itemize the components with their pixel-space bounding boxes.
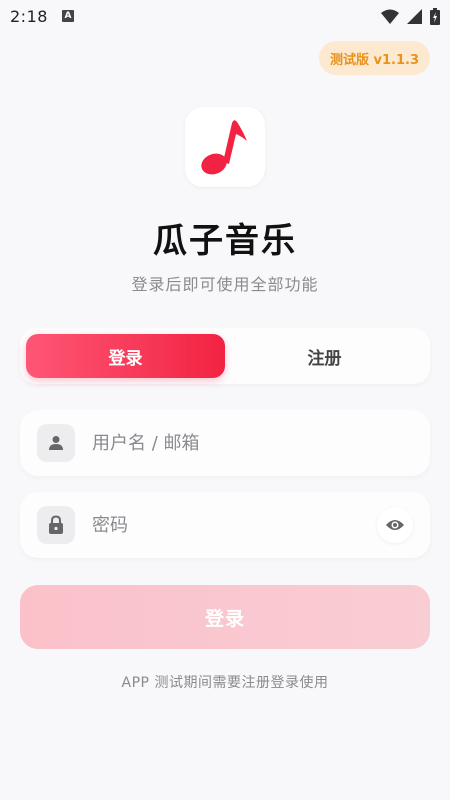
lock-icon (37, 506, 75, 544)
tab-register[interactable]: 注册 (225, 334, 424, 378)
person-icon (37, 424, 75, 462)
status-time: 2:18 (10, 6, 48, 26)
login-button[interactable]: 登录 (20, 585, 430, 649)
notification-a-icon: A (61, 10, 74, 22)
music-note-icon (201, 120, 247, 175)
status-right (381, 7, 440, 25)
tab-login[interactable]: 登录 (26, 334, 225, 378)
app-logo (185, 107, 265, 187)
password-input[interactable] (92, 505, 377, 545)
password-field (20, 492, 430, 558)
status-left: 2:18 A (10, 7, 74, 26)
status-bar: 2:18 A (0, 0, 450, 32)
battery-icon (430, 7, 440, 25)
version-badge: 测试版 v1.1.3 (318, 41, 430, 75)
show-password-button[interactable] (377, 507, 413, 543)
auth-tabs: 登录 注册 (20, 328, 430, 384)
wifi-icon (381, 9, 399, 24)
username-field (20, 410, 430, 476)
eye-icon (386, 520, 404, 530)
app-title: 瓜子音乐 (153, 221, 297, 261)
footer-note: APP 测试期间需要注册登录使用 (121, 675, 329, 691)
signal-icon (407, 8, 422, 24)
username-input[interactable] (92, 423, 413, 463)
app-subtitle: 登录后即可使用全部功能 (131, 275, 319, 294)
